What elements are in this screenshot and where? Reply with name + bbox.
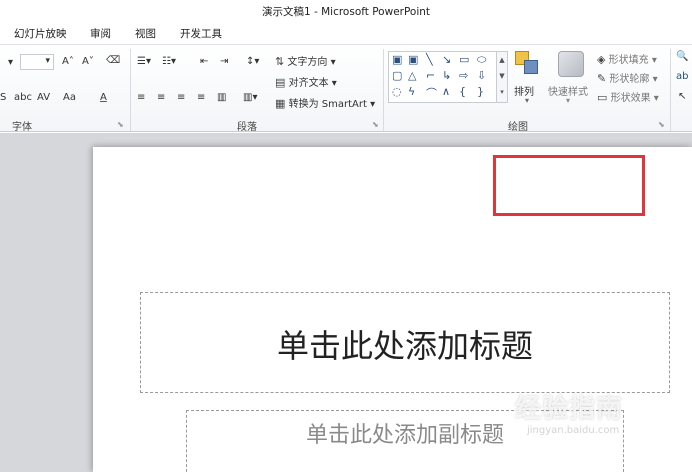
paragraph-dialog-launcher-icon[interactable]: ⬊ xyxy=(372,120,379,129)
tab-review[interactable]: 审阅 xyxy=(90,26,111,41)
tab-developer[interactable]: 开发工具 xyxy=(180,26,222,41)
replace-icon[interactable]: ab xyxy=(676,71,688,82)
tab-slideshow[interactable]: 幻灯片放映 xyxy=(14,26,67,41)
text-direction-icon: ⇅ xyxy=(275,55,285,68)
shapes-gallery[interactable]: ▣ ▣ ╲ ↘ ▭ ⬭ ▢ △ ⌐ ↳ ⇨ ⇩ ◌ ϟ ⌒ ∧ { } ▲ ▼ … xyxy=(388,51,508,103)
text-box-icon[interactable]: ▣ xyxy=(392,53,402,66)
smartart-icon: ▦ xyxy=(275,97,286,110)
right-arrow-shape-icon[interactable]: ⇨ xyxy=(459,69,468,82)
font-dialog-launcher-icon[interactable]: ⬊ xyxy=(117,120,124,129)
down-arrow-shape-icon[interactable]: ⇩ xyxy=(477,69,486,82)
arc-shape-icon[interactable]: ⌒ xyxy=(426,85,437,101)
grow-font-button[interactable]: A˄ xyxy=(62,56,74,67)
tab-view[interactable]: 视图 xyxy=(135,26,156,41)
arrange-button[interactable]: 排列 xyxy=(514,83,534,98)
arrange-icon[interactable] xyxy=(515,51,543,77)
justify-button[interactable]: ≡ xyxy=(197,92,205,103)
columns-button[interactable]: ▥▾ xyxy=(243,92,257,103)
arrange-chevron-icon[interactable]: ▾ xyxy=(525,96,529,105)
clear-format-icon[interactable]: ⌫ xyxy=(106,55,120,66)
font-group-label: 字体 xyxy=(12,122,32,133)
oval-shape-icon[interactable]: ⬭ xyxy=(477,53,486,67)
group-divider xyxy=(670,49,671,131)
shape-outline-button[interactable]: ✎ 形状轮廓 ▾ xyxy=(597,70,658,85)
right-brace-shape-icon[interactable]: } xyxy=(477,85,484,98)
elbow-arrow-connector-icon[interactable]: ↳ xyxy=(442,69,451,82)
title-placeholder[interactable]: 单击此处添加标题 xyxy=(140,292,670,393)
align-text-button[interactable]: ▤ 对齐文本 ▾ xyxy=(275,74,337,89)
line-shape-icon[interactable]: ╲ xyxy=(426,53,433,66)
triangle-shape-icon[interactable]: △ xyxy=(408,69,416,82)
ribbon-tabs: 幻灯片放映 审阅 视图 开发工具 xyxy=(0,22,692,44)
pen-icon: ✎ xyxy=(597,72,607,85)
select-icon[interactable]: ↖ xyxy=(678,91,686,102)
title-bar: 演示文稿1 - Microsoft PowerPoint xyxy=(0,0,692,22)
watermark: 经验指南 xyxy=(515,394,624,424)
flowchart-shape-icon[interactable]: ◌ xyxy=(392,85,402,98)
shape-effects-button[interactable]: ▭ 形状效果 ▾ xyxy=(597,89,659,104)
watermark-url: jingyan.baidu.com xyxy=(527,425,620,436)
gallery-scrollbar[interactable]: ▲ ▼ ▾ xyxy=(496,52,507,102)
text-direction-button[interactable]: ⇅ 文字方向 ▾ xyxy=(275,53,336,68)
font-color-button[interactable]: A xyxy=(100,92,107,103)
quick-styles-icon[interactable] xyxy=(558,51,584,77)
group-divider xyxy=(383,49,384,131)
font-size-dropdown[interactable]: ▾ xyxy=(20,54,54,70)
group-divider xyxy=(130,49,131,131)
arrow-line-shape-icon[interactable]: ↘ xyxy=(442,53,451,66)
align-text-icon: ▤ xyxy=(275,76,286,89)
rounded-rect-shape-icon[interactable]: ▢ xyxy=(392,69,402,82)
title-placeholder-text: 单击此处添加标题 xyxy=(276,327,533,365)
text-direction-label: 文字方向 xyxy=(287,57,328,68)
shape-fill-label: 形状填充 xyxy=(608,55,649,66)
center-button[interactable]: ≡ xyxy=(157,92,165,103)
shape-effects-label: 形状效果 xyxy=(610,93,651,104)
decrease-indent-button[interactable]: ⇤ xyxy=(200,56,208,67)
shrink-font-button[interactable]: A˅ xyxy=(82,56,94,67)
drawing-dialog-launcher-icon[interactable]: ⬊ xyxy=(658,120,665,129)
strikethrough-button[interactable]: abc xyxy=(14,92,32,103)
bullets-button[interactable]: ☰▾ xyxy=(137,56,151,67)
rectangle-shape-icon[interactable]: ▭ xyxy=(459,53,469,66)
shape-outline-label: 形状轮廓 xyxy=(609,74,650,85)
lightning-shape-icon[interactable]: ϟ xyxy=(408,85,415,98)
line-spacing-button[interactable]: ↕▾ xyxy=(246,56,259,67)
ribbon: ▾ ▾ A˄ A˅ ⌫ S abc AV Aa A 字体 ⬊ ☰▾ ☷▾ ⇤ ⇥… xyxy=(0,44,692,133)
window-title: 演示文稿1 - Microsoft PowerPoint xyxy=(261,6,431,18)
highlight-box xyxy=(493,155,645,216)
numbering-button[interactable]: ☷▾ xyxy=(162,56,176,67)
chevron-up-icon[interactable]: ▲ xyxy=(497,52,507,68)
align-left-button[interactable]: ≡ xyxy=(137,92,145,103)
find-icon[interactable]: 🔍 xyxy=(676,51,688,62)
font-name-dropdown-arrow[interactable]: ▾ xyxy=(8,57,13,68)
chevron-down-icon[interactable]: ▼ xyxy=(497,68,507,84)
effects-icon: ▭ xyxy=(597,91,608,104)
elbow-connector-icon[interactable]: ⌐ xyxy=(426,69,435,82)
distributed-button[interactable]: ▥ xyxy=(217,92,226,103)
align-text-label: 对齐文本 xyxy=(288,78,329,89)
drawing-group-label: 绘图 xyxy=(508,122,528,133)
convert-smartart-button[interactable]: ▦ 转换为 SmartArt ▾ xyxy=(275,95,375,110)
char-spacing-button[interactable]: AV xyxy=(37,92,50,103)
shape-fill-button[interactable]: ◈ 形状填充 ▾ xyxy=(597,51,657,66)
freeform-shape-icon[interactable]: ∧ xyxy=(442,85,450,98)
paragraph-group-label: 段落 xyxy=(237,122,257,133)
shadow-button[interactable]: S xyxy=(0,92,6,103)
more-icon[interactable]: ▾ xyxy=(497,84,507,100)
quick-styles-chevron-icon[interactable]: ▾ xyxy=(566,96,570,105)
convert-smartart-label: 转换为 SmartArt xyxy=(288,99,367,110)
vertical-text-box-icon[interactable]: ▣ xyxy=(408,53,418,66)
change-case-button[interactable]: Aa xyxy=(63,92,76,103)
left-brace-shape-icon[interactable]: { xyxy=(459,85,466,98)
paint-bucket-icon: ◈ xyxy=(597,53,606,66)
align-right-button[interactable]: ≡ xyxy=(177,92,185,103)
increase-indent-button[interactable]: ⇥ xyxy=(220,56,228,67)
